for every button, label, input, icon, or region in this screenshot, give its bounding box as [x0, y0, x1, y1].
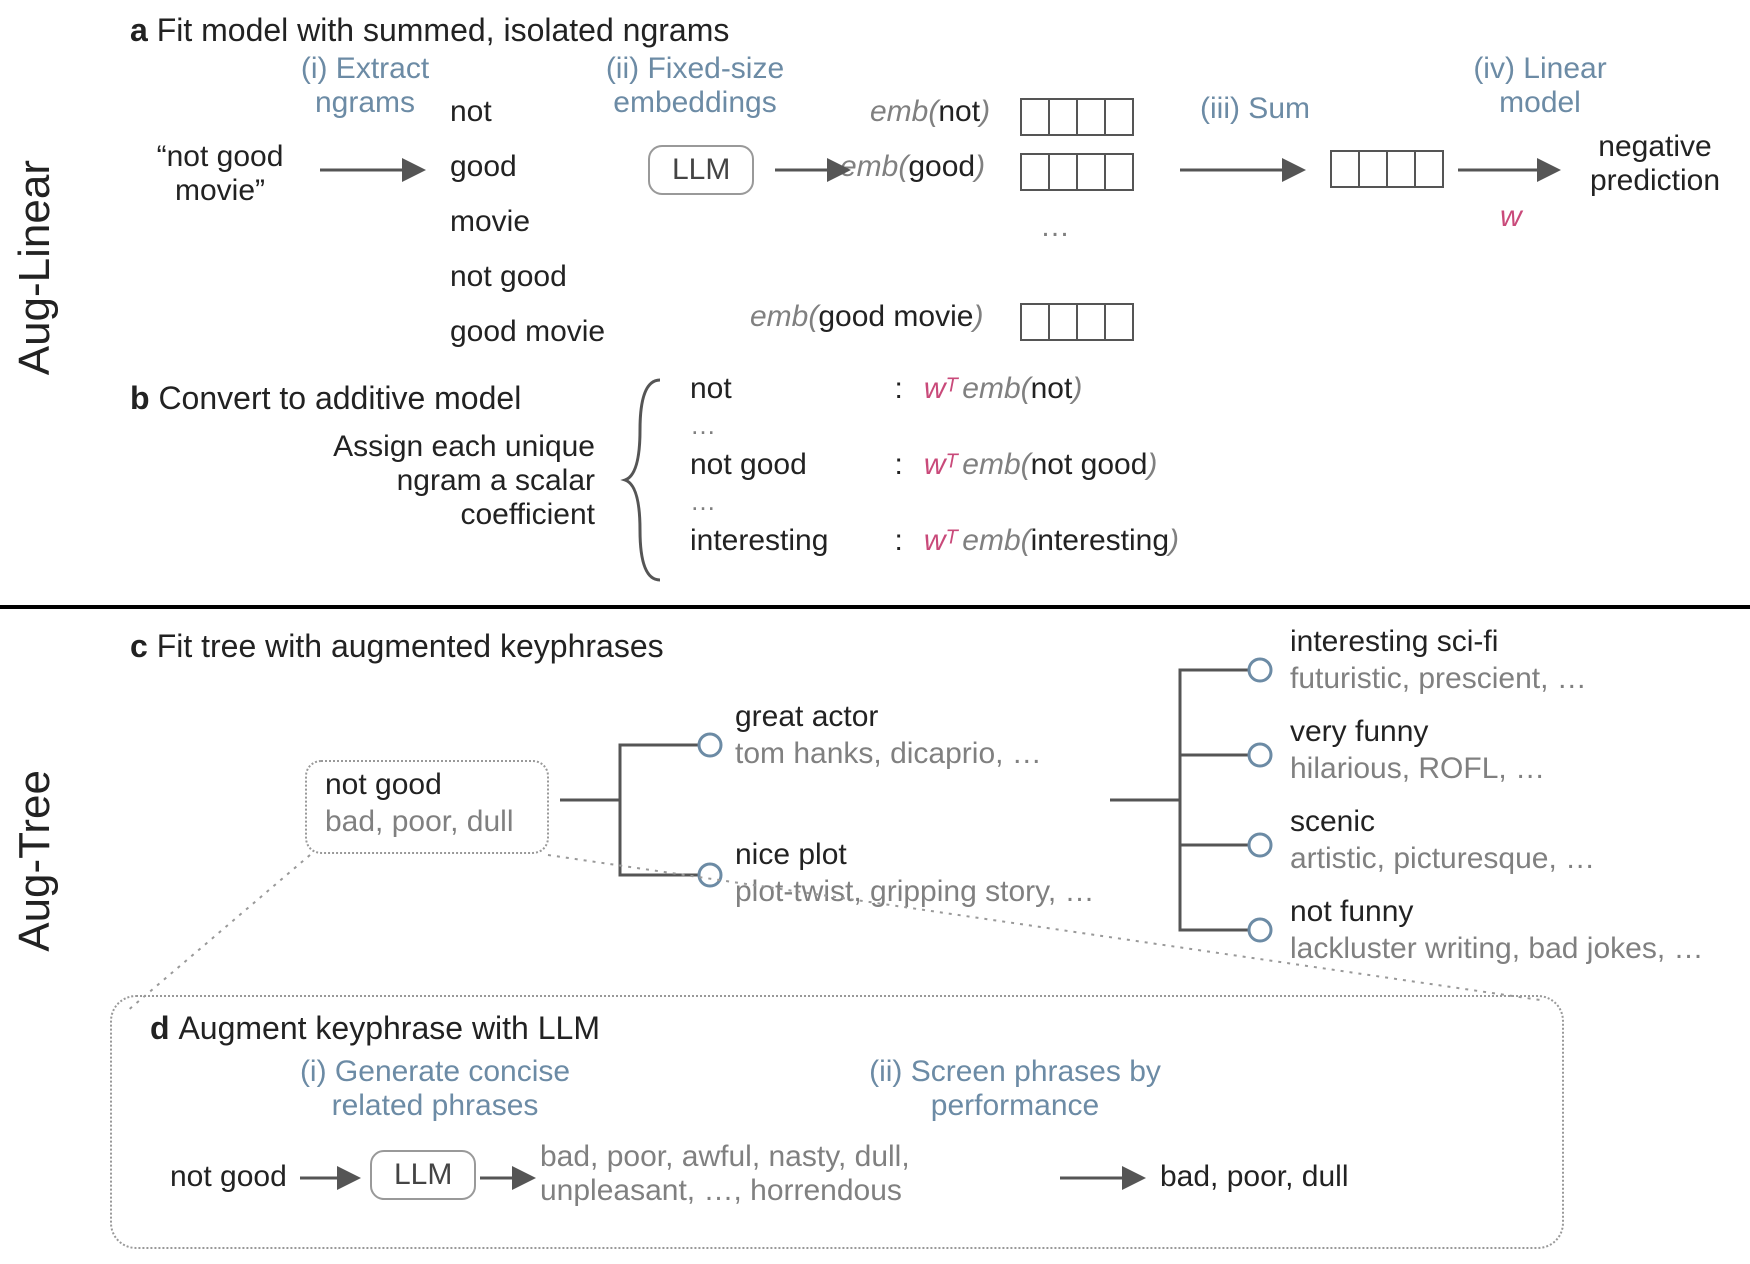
tree-edge	[1180, 800, 1260, 845]
b-row: …	[690, 486, 716, 517]
tree-node-icon	[699, 864, 721, 886]
keyphrase: nice plot	[735, 838, 847, 872]
b-row: not : wT emb(not)	[690, 372, 1082, 406]
keyphrase: great actor	[735, 700, 878, 734]
keyphrase: not funny	[1290, 895, 1413, 929]
tree-node-icon	[1249, 919, 1271, 941]
divider	[0, 605, 1750, 609]
tree-node-icon	[1249, 834, 1271, 856]
keyphrase: not good	[325, 768, 442, 802]
tree-edge	[560, 745, 710, 800]
tree-node-icon	[1249, 744, 1271, 766]
brace-icon	[625, 380, 660, 580]
keyphrase: interesting sci-fi	[1290, 625, 1498, 659]
tree-node-icon	[699, 734, 721, 756]
tree-edge	[1110, 670, 1260, 800]
expansion: tom hanks, dicaprio, …	[735, 737, 1042, 771]
tree-edge	[620, 800, 710, 875]
panel-b-subtitle: Assign each unique ngram a scalar coeffi…	[255, 430, 595, 532]
tree-edge	[1180, 755, 1260, 800]
tree-edge	[1180, 800, 1260, 930]
panel-b-title: b Convert to additive model	[130, 380, 521, 417]
expansion: bad, poor, dull	[325, 805, 513, 839]
expansion: artistic, picturesque, …	[1290, 842, 1595, 876]
expansion: futuristic, prescient, …	[1290, 662, 1587, 696]
expansion: hilarious, ROFL, …	[1290, 752, 1545, 786]
aug-tree-label: Aug-Tree	[10, 770, 60, 952]
keyphrase: very funny	[1290, 715, 1428, 749]
keyphrase: scenic	[1290, 805, 1375, 839]
expansion: lackluster writing, bad jokes, …	[1290, 932, 1704, 966]
b-row: …	[690, 410, 716, 441]
tree-node-icon	[1249, 659, 1271, 681]
b-row: not good : wT emb(not good)	[690, 448, 1157, 482]
expansion: plot-twist, gripping story, …	[735, 875, 1095, 909]
b-row: interesting : wT emb(interesting)	[690, 524, 1179, 558]
